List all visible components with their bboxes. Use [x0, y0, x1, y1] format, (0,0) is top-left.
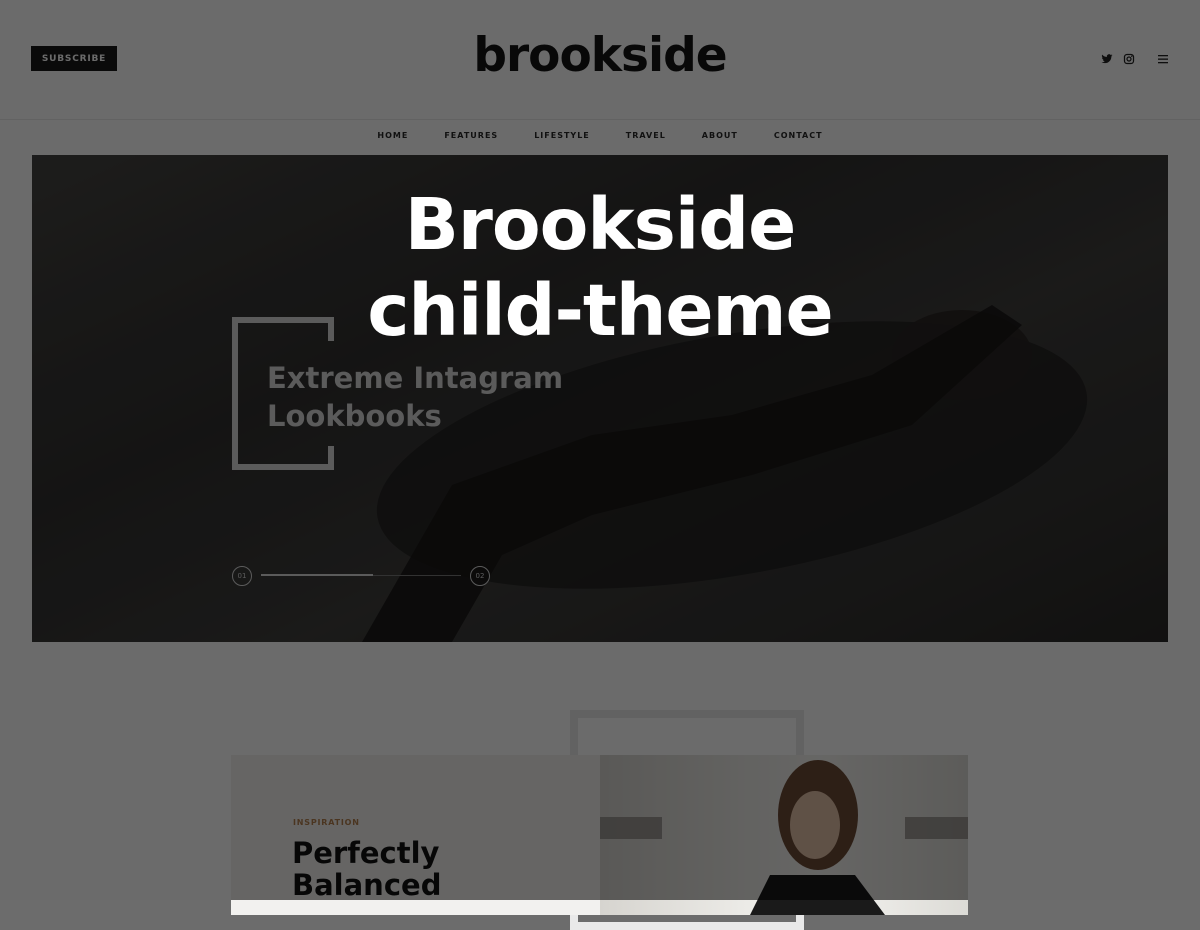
theme-title-line-2: child-theme [367, 269, 833, 352]
slider-progress-fill [261, 574, 373, 576]
nav-item-home[interactable]: HOME [377, 131, 408, 140]
post-image-graphic [600, 760, 968, 915]
theme-title-overlay: Brookside child-theme [0, 182, 1200, 354]
nav-item-contact[interactable]: CONTACT [774, 131, 823, 140]
slider-progress-track [261, 574, 461, 576]
instagram-icon[interactable] [1123, 52, 1137, 66]
twitter-icon[interactable] [1101, 52, 1115, 66]
slide-indicator-02[interactable]: 02 [470, 566, 490, 586]
hero-title[interactable]: Extreme Intagram Lookbooks [267, 359, 627, 435]
post-image[interactable] [600, 755, 968, 915]
nav-item-about[interactable]: ABOUT [702, 131, 738, 140]
page: SUBSCRIBE brookside HOME FEATURES LIFEST… [0, 0, 1200, 930]
theme-title-line-1: Brookside [404, 183, 796, 266]
post-category[interactable]: INSPIRATION [293, 818, 360, 827]
header-divider [0, 119, 1200, 120]
menu-icon[interactable] [1157, 52, 1171, 66]
post-title[interactable]: Perfectly Balanced [292, 837, 552, 901]
nav-item-features[interactable]: FEATURES [444, 131, 498, 140]
nav-item-lifestyle[interactable]: LIFESTYLE [534, 131, 590, 140]
nav-item-travel[interactable]: TRAVEL [626, 131, 666, 140]
site-logo[interactable]: brookside [0, 28, 1200, 83]
slide-indicator-01[interactable]: 01 [232, 566, 252, 586]
post-card[interactable]: INSPIRATION Perfectly Balanced [231, 755, 600, 915]
main-nav: HOME FEATURES LIFESTYLE TRAVEL ABOUT CON… [0, 131, 1200, 140]
